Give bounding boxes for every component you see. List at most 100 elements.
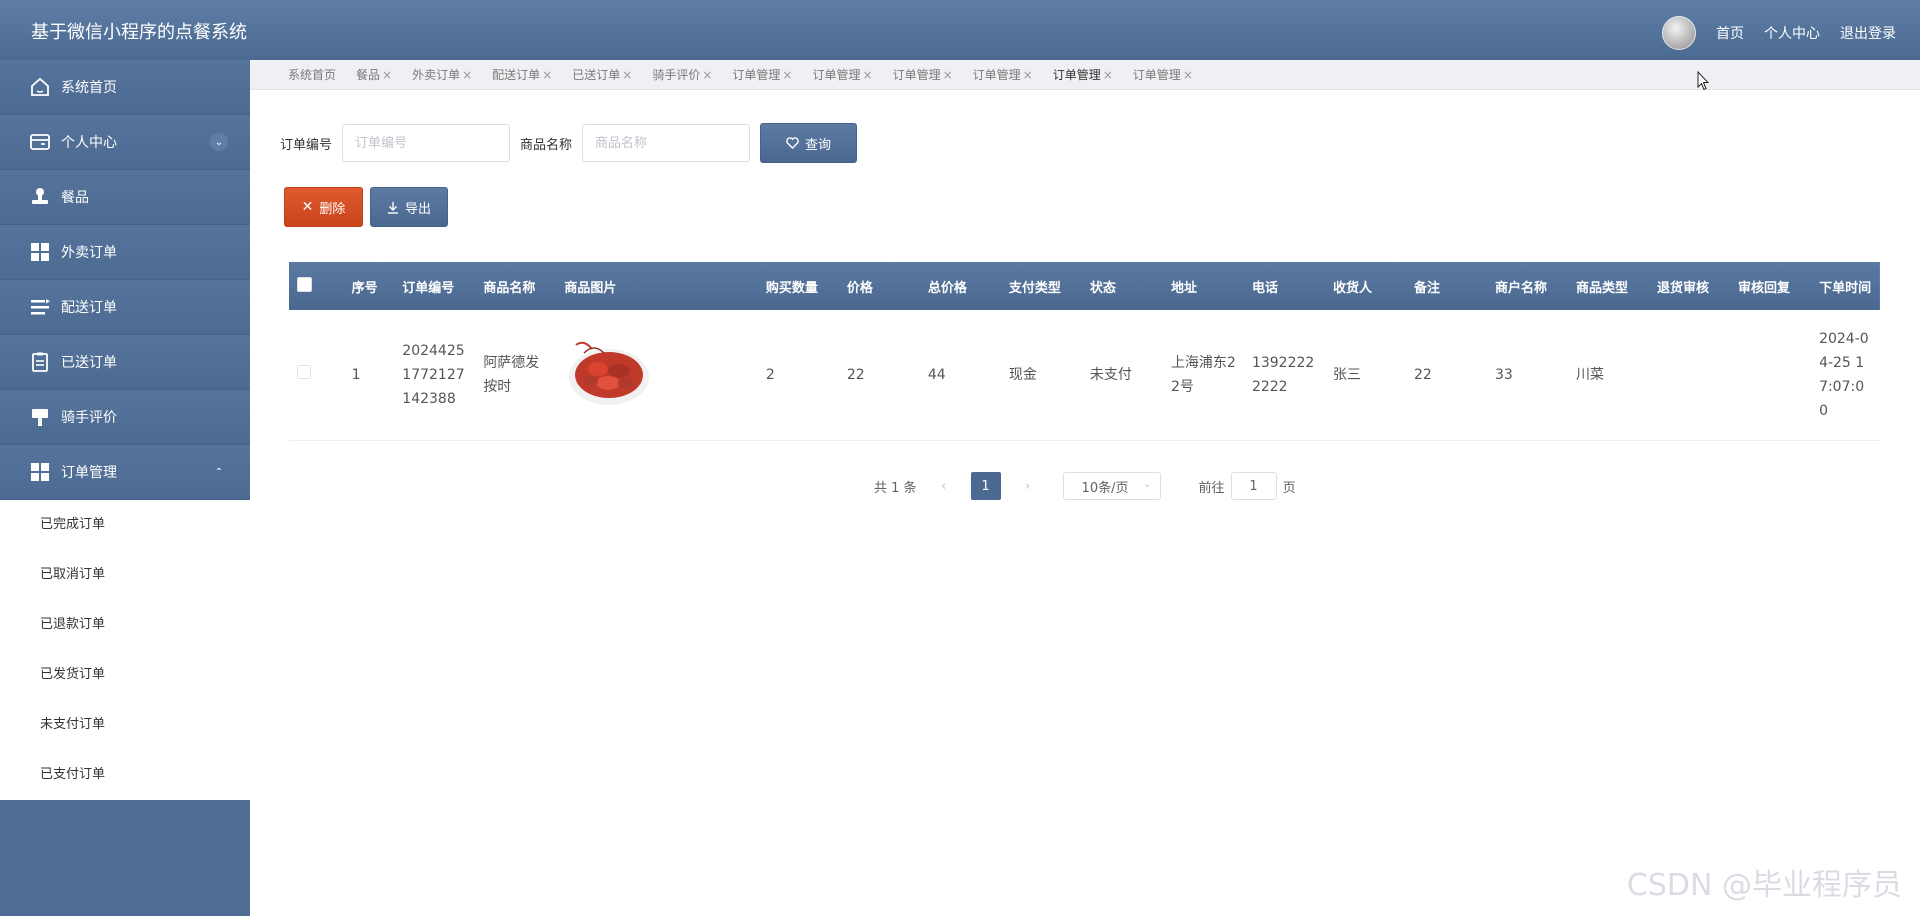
delete-button[interactable]: ✕ 删除 <box>284 187 363 227</box>
orders-table: 序号 订单编号 商品名称 商品图片 购买数量 价格 总价格 支付类型 状态 地址… <box>289 262 1880 441</box>
search-button-label: 查询 <box>805 137 832 153</box>
clipboard-icon <box>28 350 52 374</box>
tab-label: 订单管理 <box>732 68 781 82</box>
sidebar-item-delivery-orders[interactable]: 配送订单 <box>0 280 250 335</box>
close-icon[interactable]: × <box>1023 68 1033 82</box>
select-all-checkbox[interactable] <box>297 276 312 292</box>
tab-item[interactable]: 订单管理 × <box>812 66 872 83</box>
col-header: 总价格 <box>927 280 967 296</box>
close-icon[interactable]: × <box>1183 68 1193 82</box>
product-name-input[interactable] <box>582 124 751 162</box>
sidebar-item-label: 骑手评价 <box>61 410 117 426</box>
tab-item[interactable]: 订单管理 × <box>1133 66 1193 83</box>
close-icon[interactable]: × <box>702 68 712 82</box>
tab-item[interactable]: 已送订单 × <box>572 66 632 83</box>
avatar[interactable] <box>1662 16 1696 50</box>
watermark: CSDN @毕业程序员 <box>1626 868 1902 903</box>
sidebar-item-profile[interactable]: 个人中心 ⌄ <box>0 115 250 170</box>
col-header: 商品图片 <box>564 280 617 296</box>
search-button[interactable]: 查询 <box>760 123 858 163</box>
cell-receiver: 张三 <box>1332 366 1361 383</box>
row-checkbox[interactable] <box>297 364 311 379</box>
col-header: 状态 <box>1089 280 1116 296</box>
close-icon[interactable]: × <box>943 68 953 82</box>
tab-item[interactable]: 配送订单 × <box>492 66 552 83</box>
submenu-completed-orders[interactable]: 已完成订单 <box>0 500 250 550</box>
sidebar-item-delivered-orders[interactable]: 已送订单 <box>0 335 250 390</box>
next-page-icon[interactable]: › <box>1013 479 1043 494</box>
logout-link[interactable]: 退出登录 <box>1840 23 1896 43</box>
sidebar-item-rider-reviews[interactable]: 骑手评价 <box>0 390 250 445</box>
order-no-input[interactable] <box>342 124 511 162</box>
cell-index: 1 <box>351 366 361 383</box>
sidebar-item-label: 餐品 <box>61 190 89 206</box>
tab-item[interactable]: 订单管理 × <box>732 66 792 83</box>
close-icon[interactable]: × <box>1103 68 1113 82</box>
search-form: 订单编号 商品名称 查询 <box>280 123 858 163</box>
tab-label: 餐品 <box>356 68 381 82</box>
page-number[interactable]: 1 <box>970 472 1001 500</box>
mouse-cursor-icon <box>1697 71 1709 91</box>
chevron-up-icon[interactable]: ⌃ <box>210 463 228 481</box>
chevron-down-icon[interactable]: ⌄ <box>210 133 228 151</box>
close-icon[interactable]: × <box>542 68 552 82</box>
tab-label: 外卖订单 <box>412 68 461 82</box>
col-header: 商品名称 <box>483 280 536 296</box>
col-header: 购买数量 <box>765 280 818 296</box>
tab-item[interactable]: 订单管理 × <box>893 66 953 83</box>
tab-item[interactable]: 外卖订单 × <box>412 66 472 83</box>
cell-address: 上海浦东22号 <box>1170 354 1236 395</box>
close-icon[interactable]: × <box>782 68 792 82</box>
page-size-value: 10条/页 <box>1081 480 1129 496</box>
page-suffix: 页 <box>1282 480 1296 496</box>
table-row[interactable]: 1 20244251772127142388 阿萨德发按时 2 22 44 现金… <box>289 310 1880 440</box>
tab-label: 配送订单 <box>492 68 541 82</box>
tab-item[interactable]: 餐品 × <box>356 66 392 83</box>
prev-page-icon[interactable]: ‹ <box>929 479 959 494</box>
tab-item[interactable]: 系统首页 <box>288 66 336 83</box>
cell-review-reply <box>1730 310 1811 440</box>
col-header: 订单编号 <box>402 280 455 296</box>
export-button[interactable]: 导出 <box>370 187 448 227</box>
home-link[interactable]: 首页 <box>1716 23 1744 43</box>
stamp-icon <box>28 185 52 209</box>
close-icon: ✕ <box>301 199 314 215</box>
col-header: 下单时间 <box>1819 280 1872 296</box>
cell-price: 22 <box>846 366 865 383</box>
tab-item-active[interactable]: 订单管理 × <box>1053 66 1113 83</box>
tab-label: 骑手评价 <box>652 68 701 82</box>
sidebar-item-home[interactable]: 系统首页 <box>0 60 250 115</box>
cell-note: 22 <box>1413 366 1432 383</box>
card-icon <box>28 130 52 154</box>
page-size-select[interactable]: 10条/页 ⌄ <box>1062 472 1161 500</box>
col-header: 审核回复 <box>1738 280 1791 296</box>
sidebar-item-order-management[interactable]: 订单管理 ⌃ <box>0 445 250 500</box>
close-icon[interactable]: × <box>863 68 873 82</box>
table-header-row: 序号 订单编号 商品名称 商品图片 购买数量 价格 总价格 支付类型 状态 地址… <box>289 262 1880 310</box>
submenu-cancelled-orders[interactable]: 已取消订单 <box>0 550 250 600</box>
submenu-shipped-orders[interactable]: 已发货订单 <box>0 650 250 700</box>
tab-label: 订单管理 <box>1052 68 1101 82</box>
crayfish-image[interactable] <box>564 331 654 411</box>
tab-bar: 系统首页 餐品 × 外卖订单 × 配送订单 × 已送订单 × 骑手评价 × 订单管理 × 订… <box>250 60 1920 90</box>
close-icon[interactable]: × <box>622 68 632 82</box>
tab-item[interactable]: 骑手评价 × <box>652 66 712 83</box>
goto-page-input[interactable] <box>1230 472 1277 500</box>
submenu-paid-orders[interactable]: 已支付订单 <box>0 750 250 800</box>
profile-link[interactable]: 个人中心 <box>1764 23 1820 43</box>
close-icon[interactable]: × <box>462 68 472 82</box>
submenu-unpaid-orders[interactable]: 未支付订单 <box>0 700 250 750</box>
close-icon[interactable]: × <box>382 68 392 82</box>
delete-button-label: 删除 <box>319 201 346 217</box>
sidebar-item-takeout-orders[interactable]: 外卖订单 <box>0 225 250 280</box>
tab-label: 订单管理 <box>972 68 1021 82</box>
sidebar-item-label: 个人中心 <box>61 135 117 151</box>
sidebar-item-dishes[interactable]: 餐品 <box>0 170 250 225</box>
tab-item[interactable]: 订单管理 × <box>973 66 1033 83</box>
col-header: 收货人 <box>1332 280 1372 296</box>
sidebar-item-label: 已送订单 <box>61 355 117 371</box>
col-header: 支付类型 <box>1008 280 1061 296</box>
action-bar: ✕ 删除 导出 <box>284 187 448 227</box>
col-header: 价格 <box>846 280 873 296</box>
submenu-refunded-orders[interactable]: 已退款订单 <box>0 600 250 650</box>
